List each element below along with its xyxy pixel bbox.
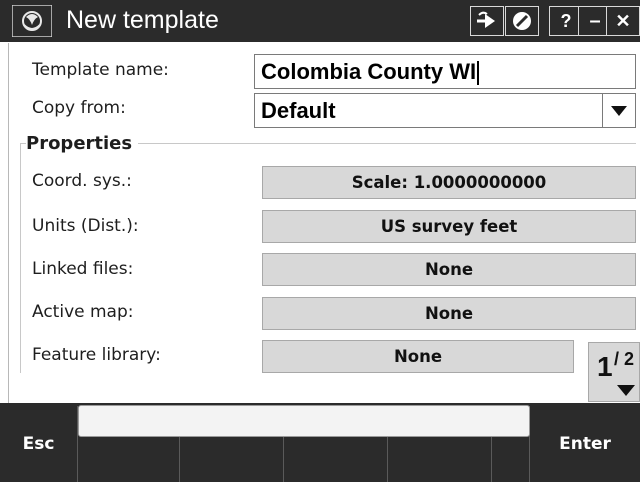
copy-from-dropdown[interactable]: Default xyxy=(254,93,636,128)
units-label: Units (Dist.): xyxy=(32,216,139,236)
template-name-label: Template name: xyxy=(32,60,169,80)
page-total: 2 xyxy=(624,349,635,369)
page-separator: / xyxy=(614,349,620,369)
esc-button[interactable]: Esc xyxy=(0,406,78,482)
template-name-input[interactable]: Colombia County WI xyxy=(254,54,636,89)
page-down-button[interactable]: 1 / 2 xyxy=(588,342,640,402)
title-bar: New template ? – ✕ xyxy=(0,0,640,42)
dropdown-arrow-button[interactable] xyxy=(602,94,635,127)
template-name-value: Colombia County WI xyxy=(261,59,477,84)
map-layers-button[interactable] xyxy=(505,6,539,36)
coord-sys-button[interactable]: Scale: 1.0000000000 xyxy=(262,166,636,199)
page-down-arrow-icon xyxy=(617,385,635,396)
feature-library-label: Feature library: xyxy=(32,345,161,365)
window-title: New template xyxy=(66,6,219,34)
no-entry-icon xyxy=(513,12,531,30)
active-map-button[interactable]: None xyxy=(262,297,636,330)
page-current: 1 xyxy=(597,351,613,382)
enter-button[interactable]: Enter xyxy=(530,406,640,482)
chevron-down-icon xyxy=(611,105,627,116)
forward-arrow-icon xyxy=(477,11,495,28)
text-caret xyxy=(477,61,480,86)
feature-library-button[interactable]: None xyxy=(262,340,574,373)
linked-files-label: Linked files: xyxy=(32,259,134,279)
app-rose-icon[interactable] xyxy=(12,5,52,37)
units-button[interactable]: US survey feet xyxy=(262,210,636,243)
active-map-label: Active map: xyxy=(32,302,134,322)
properties-heading: Properties xyxy=(26,133,139,154)
coord-sys-label: Coord. sys.: xyxy=(32,171,132,191)
status-line xyxy=(78,405,530,437)
properties-border-left xyxy=(20,143,21,373)
linked-files-button[interactable]: None xyxy=(262,253,636,286)
copy-from-label: Copy from: xyxy=(32,98,126,118)
close-button[interactable]: ✕ xyxy=(606,6,640,36)
copy-from-value: Default xyxy=(261,98,336,123)
forward-button[interactable] xyxy=(470,6,504,36)
